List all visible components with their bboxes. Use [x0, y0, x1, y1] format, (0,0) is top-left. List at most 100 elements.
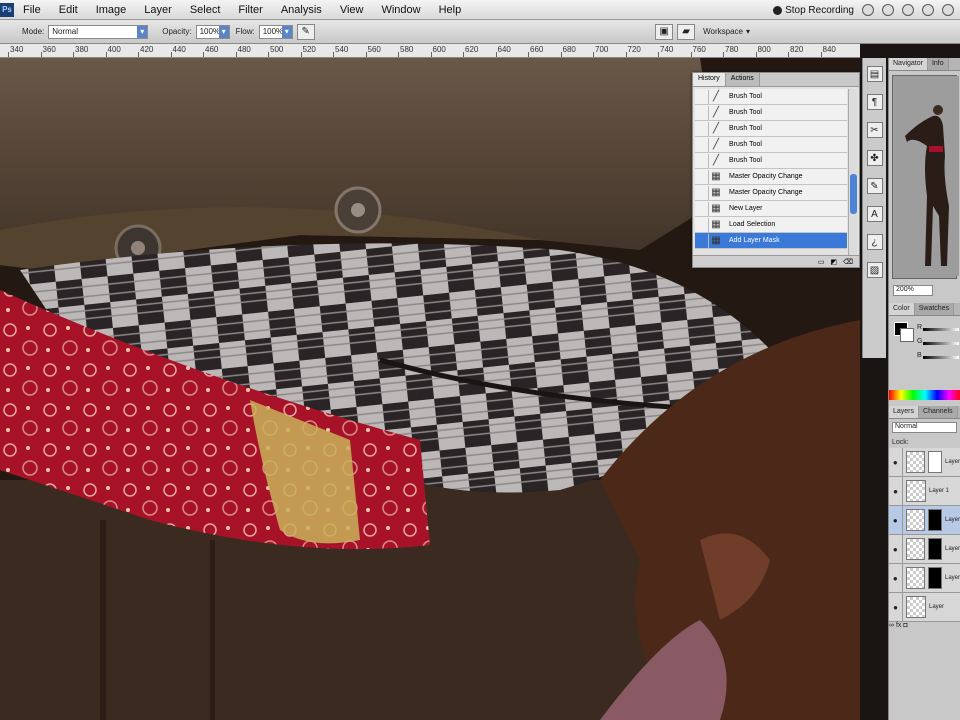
paragraph-icon[interactable]: ¶: [866, 94, 883, 110]
layer-name[interactable]: Layer: [945, 459, 960, 465]
tab-navigator[interactable]: Navigator: [889, 58, 928, 70]
mask-icon[interactable]: ◘: [903, 622, 907, 629]
layer-name[interactable]: Layer: [945, 546, 960, 552]
tab-actions[interactable]: Actions: [725, 73, 760, 86]
photoshop-app-icon[interactable]: Ps: [0, 2, 14, 17]
layer-name[interactable]: Layer: [929, 604, 944, 610]
menu-layer[interactable]: Layer: [135, 4, 181, 16]
info-icon[interactable]: ¿: [866, 234, 883, 250]
blend-mode-select[interactable]: Normal: [892, 422, 957, 433]
history-item[interactable]: ╱ Brush Tool: [695, 153, 847, 169]
volume-icon[interactable]: [922, 4, 934, 16]
layer-thumbnail[interactable]: [906, 596, 926, 618]
new-document-icon[interactable]: ▭: [818, 258, 825, 266]
menu-analysis[interactable]: Analysis: [272, 4, 331, 16]
sync-icon[interactable]: [882, 4, 894, 16]
snapshot-source-checkbox[interactable]: [695, 89, 709, 104]
menu-filter[interactable]: Filter: [229, 4, 271, 16]
eye-icon[interactable]: ●: [889, 505, 903, 535]
snapshot-source-checkbox[interactable]: [695, 121, 709, 136]
tools-icon[interactable]: ✂: [866, 122, 883, 138]
tab-swatches[interactable]: Swatches: [914, 303, 955, 315]
snapshot-source-checkbox[interactable]: [695, 233, 709, 248]
layer-row[interactable]: ● Layer: [889, 592, 960, 622]
workspace-menu[interactable]: Workspace ▾: [703, 27, 750, 36]
layer-row[interactable]: ● Layer 1: [889, 476, 960, 506]
wifi-icon[interactable]: [942, 4, 954, 16]
menu-view[interactable]: View: [331, 4, 373, 16]
eye-icon[interactable]: ●: [889, 476, 903, 506]
eye-icon[interactable]: ●: [889, 534, 903, 564]
layer-name[interactable]: Layer: [945, 575, 960, 581]
snapshot-source-checkbox[interactable]: [695, 185, 709, 200]
layer-mask-thumbnail[interactable]: [928, 538, 942, 560]
layer-comps-icon[interactable]: ▤: [866, 66, 883, 82]
history-item[interactable]: ╱ Brush Tool: [695, 137, 847, 153]
layer-thumbnail[interactable]: [905, 538, 926, 560]
fx-icon[interactable]: fx: [896, 622, 901, 629]
snapshot-icon[interactable]: ◩: [830, 258, 837, 266]
opacity-select[interactable]: 100%: [195, 24, 230, 39]
snapshot-source-checkbox[interactable]: [695, 137, 709, 152]
layer-mask-thumbnail[interactable]: [928, 451, 942, 473]
history-item[interactable]: ╱ Brush Tool: [695, 121, 847, 137]
history-item[interactable]: ▦ New Layer: [695, 201, 847, 217]
layer-row[interactable]: ● Layer: [889, 563, 960, 593]
layer-mask-thumbnail[interactable]: [928, 567, 942, 589]
brush-preset-icon[interactable]: ✎: [866, 178, 883, 194]
layer-thumbnail[interactable]: [905, 567, 926, 589]
trash-icon[interactable]: ⌫: [843, 258, 853, 266]
history-item[interactable]: ▦ Master Opacity Change: [695, 185, 847, 201]
tab-color[interactable]: Color: [889, 303, 915, 315]
tab-channels[interactable]: Channels: [919, 406, 958, 418]
history-item[interactable]: ▦ Add Layer Mask: [695, 233, 847, 249]
channel-g-slider[interactable]: [923, 342, 959, 345]
snapshot-source-checkbox[interactable]: [695, 169, 709, 184]
layer-row[interactable]: ● Layer: [889, 534, 960, 564]
snapshot-source-checkbox[interactable]: [695, 217, 709, 232]
palette-well-button[interactable]: ▣: [655, 23, 674, 40]
layer-row[interactable]: ● Layer: [889, 447, 960, 477]
bluetooth-icon[interactable]: [902, 4, 914, 16]
tab-info[interactable]: Info: [927, 58, 949, 70]
channel-b-slider[interactable]: [923, 356, 959, 359]
scroll-thumb[interactable]: [850, 174, 857, 214]
tab-history[interactable]: History: [693, 73, 726, 86]
layer-name[interactable]: Layer: [945, 517, 960, 523]
histogram-icon[interactable]: ▨: [866, 262, 883, 278]
clone-icon[interactable]: ✤: [866, 150, 883, 166]
snapshot-source-checkbox[interactable]: [695, 201, 709, 216]
clock-icon[interactable]: [862, 4, 874, 16]
menu-edit[interactable]: Edit: [50, 4, 87, 16]
layer-name[interactable]: Layer 1: [929, 488, 949, 494]
layer-mask-thumbnail[interactable]: [928, 509, 942, 531]
channel-r-slider[interactable]: [923, 328, 959, 331]
history-scrollbar[interactable]: [848, 89, 857, 255]
link-icon[interactable]: ∞: [889, 622, 894, 629]
snapshot-source-checkbox[interactable]: [695, 153, 709, 168]
zoom-input[interactable]: 200%: [893, 284, 933, 296]
history-item[interactable]: ╱ Brush Tool: [695, 105, 847, 121]
background-color-swatch[interactable]: [900, 328, 914, 342]
eye-icon[interactable]: ●: [889, 592, 903, 622]
history-item[interactable]: ▦ Load Selection: [695, 217, 847, 233]
history-item[interactable]: ▦ Master Opacity Change: [695, 169, 847, 185]
menu-help[interactable]: Help: [430, 4, 471, 16]
mode-select[interactable]: Normal: [48, 24, 149, 39]
character-icon[interactable]: A: [866, 206, 883, 222]
airbrush-button[interactable]: ✎: [296, 23, 315, 40]
camera-icon[interactable]: ▰: [677, 23, 696, 40]
layer-thumbnail[interactable]: [906, 480, 926, 502]
menu-window[interactable]: Window: [372, 4, 429, 16]
color-ramp[interactable]: [889, 390, 960, 400]
layer-thumbnail[interactable]: [905, 509, 926, 531]
menu-select[interactable]: Select: [181, 4, 230, 16]
flow-select[interactable]: 100%: [258, 24, 293, 39]
history-item[interactable]: ╱ Brush Tool: [695, 89, 847, 105]
navigator-preview[interactable]: [892, 75, 959, 279]
layer-row[interactable]: ● Layer: [889, 505, 960, 535]
menu-image[interactable]: Image: [87, 4, 136, 16]
stop-recording-button[interactable]: Stop Recording: [773, 5, 854, 16]
eye-icon[interactable]: ●: [889, 563, 903, 593]
snapshot-source-checkbox[interactable]: [695, 105, 709, 120]
